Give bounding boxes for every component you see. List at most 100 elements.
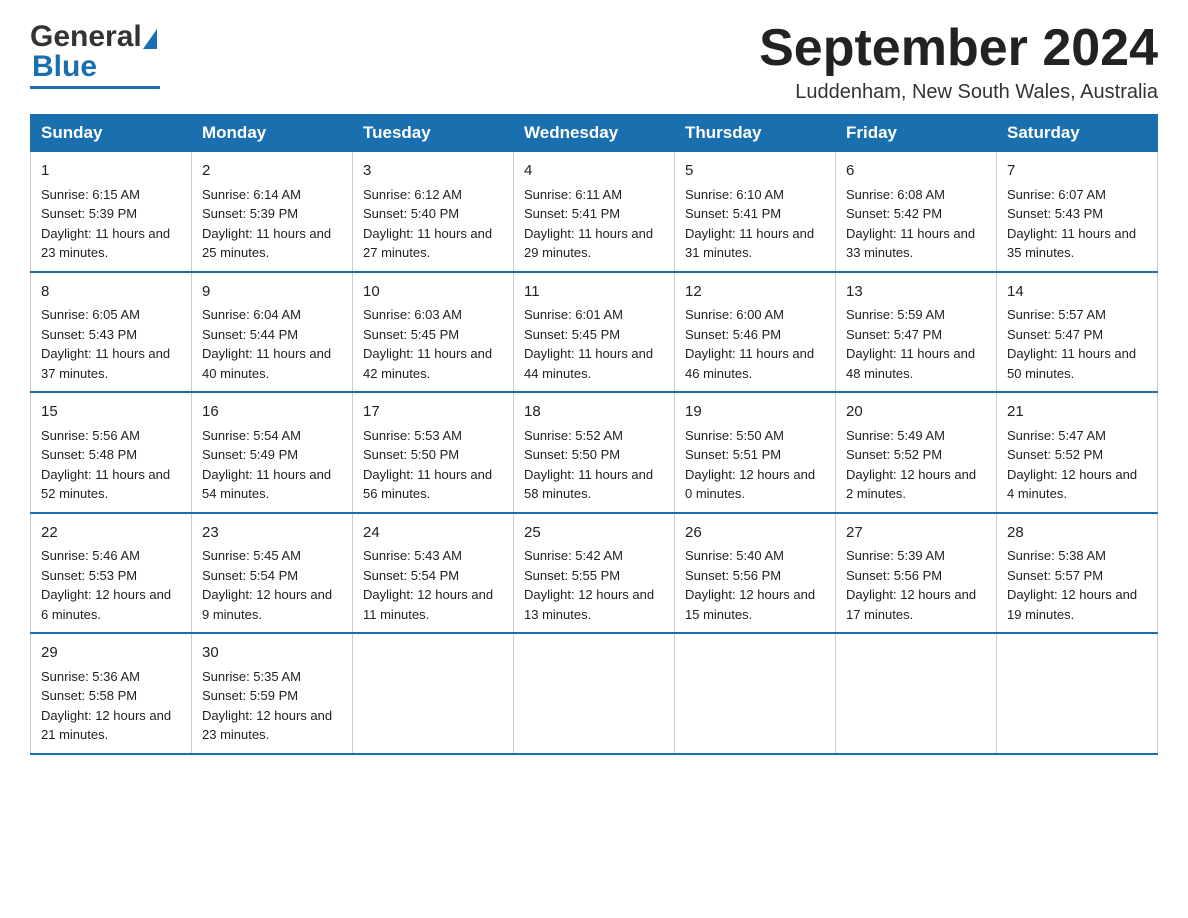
calendar-cell: 18 Sunrise: 5:52 AMSunset: 5:50 PMDayligh…	[514, 392, 675, 513]
calendar-header-row: SundayMondayTuesdayWednesdayThursdayFrid…	[31, 115, 1158, 152]
day-info: Sunrise: 6:14 AMSunset: 5:39 PMDaylight:…	[202, 187, 331, 261]
calendar-cell: 1 Sunrise: 6:15 AMSunset: 5:39 PMDaylight…	[31, 152, 192, 272]
calendar-week-row: 1 Sunrise: 6:15 AMSunset: 5:39 PMDaylight…	[31, 152, 1158, 272]
day-number: 4	[524, 160, 664, 183]
calendar-cell	[675, 633, 836, 754]
calendar-cell	[353, 633, 514, 754]
calendar-cell: 2 Sunrise: 6:14 AMSunset: 5:39 PMDaylight…	[192, 152, 353, 272]
day-number: 21	[1007, 401, 1147, 424]
column-header-thursday: Thursday	[675, 115, 836, 152]
calendar-cell: 29 Sunrise: 5:36 AMSunset: 5:58 PMDayligh…	[31, 633, 192, 754]
logo-blue-text: Blue	[30, 50, 97, 84]
page-header: General Blue September 2024 Luddenham, N…	[30, 20, 1158, 104]
calendar-cell: 19Sunrise: 5:50 AMSunset: 5:51 PMDayligh…	[675, 392, 836, 513]
day-number: 27	[846, 522, 986, 545]
day-info: Sunrise: 6:11 AMSunset: 5:41 PMDaylight:…	[524, 187, 653, 261]
day-info: Sunrise: 6:01 AMSunset: 5:45 PMDaylight:…	[524, 307, 653, 381]
calendar-cell: 11 Sunrise: 6:01 AMSunset: 5:45 PMDayligh…	[514, 272, 675, 393]
day-number: 29	[41, 642, 181, 665]
day-info: Sunrise: 5:36 AMSunset: 5:58 PMDaylight:…	[41, 669, 171, 743]
day-info: Sunrise: 5:47 AMSunset: 5:52 PMDaylight:…	[1007, 428, 1137, 502]
day-number: 7	[1007, 160, 1147, 183]
day-number: 8	[41, 281, 181, 304]
column-header-monday: Monday	[192, 115, 353, 152]
day-number: 28	[1007, 522, 1147, 545]
day-info: Sunrise: 5:59 AMSunset: 5:47 PMDaylight:…	[846, 307, 975, 381]
calendar-cell	[836, 633, 997, 754]
calendar-cell: 14Sunrise: 5:57 AMSunset: 5:47 PMDayligh…	[997, 272, 1158, 393]
day-info: Sunrise: 5:49 AMSunset: 5:52 PMDaylight:…	[846, 428, 976, 502]
day-info: Sunrise: 5:46 AMSunset: 5:53 PMDaylight:…	[41, 548, 171, 622]
day-info: Sunrise: 5:35 AMSunset: 5:59 PMDaylight:…	[202, 669, 332, 743]
calendar-week-row: 29 Sunrise: 5:36 AMSunset: 5:58 PMDayligh…	[31, 633, 1158, 754]
day-info: Sunrise: 6:12 AMSunset: 5:40 PMDaylight:…	[363, 187, 492, 261]
column-header-tuesday: Tuesday	[353, 115, 514, 152]
day-number: 12	[685, 281, 825, 304]
day-info: Sunrise: 5:50 AMSunset: 5:51 PMDaylight:…	[685, 428, 815, 502]
title-section: September 2024 Luddenham, New South Wale…	[759, 20, 1158, 104]
calendar-cell: 3 Sunrise: 6:12 AMSunset: 5:40 PMDaylight…	[353, 152, 514, 272]
calendar-cell: 8Sunrise: 6:05 AMSunset: 5:43 PMDaylight…	[31, 272, 192, 393]
day-number: 2	[202, 160, 342, 183]
calendar-cell: 22Sunrise: 5:46 AMSunset: 5:53 PMDayligh…	[31, 513, 192, 634]
calendar-cell	[997, 633, 1158, 754]
calendar-cell: 17Sunrise: 5:53 AMSunset: 5:50 PMDayligh…	[353, 392, 514, 513]
day-number: 11	[524, 281, 664, 304]
day-info: Sunrise: 6:08 AMSunset: 5:42 PMDaylight:…	[846, 187, 975, 261]
day-info: Sunrise: 6:10 AMSunset: 5:41 PMDaylight:…	[685, 187, 814, 261]
calendar-cell: 10Sunrise: 6:03 AMSunset: 5:45 PMDayligh…	[353, 272, 514, 393]
day-info: Sunrise: 5:39 AMSunset: 5:56 PMDaylight:…	[846, 548, 976, 622]
calendar-week-row: 8Sunrise: 6:05 AMSunset: 5:43 PMDaylight…	[31, 272, 1158, 393]
column-header-friday: Friday	[836, 115, 997, 152]
calendar-week-row: 22Sunrise: 5:46 AMSunset: 5:53 PMDayligh…	[31, 513, 1158, 634]
logo-general-text: General	[30, 20, 142, 54]
day-number: 6	[846, 160, 986, 183]
calendar-week-row: 15 Sunrise: 5:56 AMSunset: 5:48 PMDayligh…	[31, 392, 1158, 513]
day-number: 23	[202, 522, 342, 545]
column-header-saturday: Saturday	[997, 115, 1158, 152]
column-header-wednesday: Wednesday	[514, 115, 675, 152]
day-number: 1	[41, 160, 181, 183]
day-info: Sunrise: 5:42 AMSunset: 5:55 PMDaylight:…	[524, 548, 654, 622]
day-info: Sunrise: 5:52 AMSunset: 5:50 PMDaylight:…	[524, 428, 653, 502]
day-info: Sunrise: 5:45 AMSunset: 5:54 PMDaylight:…	[202, 548, 332, 622]
calendar-cell: 28Sunrise: 5:38 AMSunset: 5:57 PMDayligh…	[997, 513, 1158, 634]
day-info: Sunrise: 6:07 AMSunset: 5:43 PMDaylight:…	[1007, 187, 1136, 261]
calendar-table: SundayMondayTuesdayWednesdayThursdayFrid…	[30, 114, 1158, 755]
day-number: 13	[846, 281, 986, 304]
calendar-cell: 12Sunrise: 6:00 AMSunset: 5:46 PMDayligh…	[675, 272, 836, 393]
day-info: Sunrise: 6:03 AMSunset: 5:45 PMDaylight:…	[363, 307, 492, 381]
day-number: 15	[41, 401, 181, 424]
calendar-cell: 13 Sunrise: 5:59 AMSunset: 5:47 PMDayligh…	[836, 272, 997, 393]
day-number: 18	[524, 401, 664, 424]
calendar-cell: 21 Sunrise: 5:47 AMSunset: 5:52 PMDayligh…	[997, 392, 1158, 513]
day-number: 3	[363, 160, 503, 183]
calendar-cell: 6 Sunrise: 6:08 AMSunset: 5:42 PMDaylight…	[836, 152, 997, 272]
calendar-cell: 5 Sunrise: 6:10 AMSunset: 5:41 PMDaylight…	[675, 152, 836, 272]
location-title: Luddenham, New South Wales, Australia	[759, 81, 1158, 104]
calendar-cell: 20Sunrise: 5:49 AMSunset: 5:52 PMDayligh…	[836, 392, 997, 513]
day-number: 9	[202, 281, 342, 304]
calendar-cell	[514, 633, 675, 754]
calendar-cell: 27 Sunrise: 5:39 AMSunset: 5:56 PMDayligh…	[836, 513, 997, 634]
day-info: Sunrise: 5:40 AMSunset: 5:56 PMDaylight:…	[685, 548, 815, 622]
calendar-cell: 24Sunrise: 5:43 AMSunset: 5:54 PMDayligh…	[353, 513, 514, 634]
day-info: Sunrise: 5:43 AMSunset: 5:54 PMDaylight:…	[363, 548, 493, 622]
calendar-cell: 16Sunrise: 5:54 AMSunset: 5:49 PMDayligh…	[192, 392, 353, 513]
logo: General Blue	[30, 20, 160, 89]
day-number: 14	[1007, 281, 1147, 304]
logo-underline	[30, 86, 160, 89]
day-info: Sunrise: 6:15 AMSunset: 5:39 PMDaylight:…	[41, 187, 170, 261]
calendar-cell: 9Sunrise: 6:04 AMSunset: 5:44 PMDaylight…	[192, 272, 353, 393]
day-number: 30	[202, 642, 342, 665]
day-number: 5	[685, 160, 825, 183]
day-info: Sunrise: 5:53 AMSunset: 5:50 PMDaylight:…	[363, 428, 492, 502]
day-info: Sunrise: 5:56 AMSunset: 5:48 PMDaylight:…	[41, 428, 170, 502]
logo-triangle-icon	[143, 29, 157, 49]
calendar-cell: 15 Sunrise: 5:56 AMSunset: 5:48 PMDayligh…	[31, 392, 192, 513]
calendar-cell: 23 Sunrise: 5:45 AMSunset: 5:54 PMDayligh…	[192, 513, 353, 634]
calendar-cell: 30 Sunrise: 5:35 AMSunset: 5:59 PMDayligh…	[192, 633, 353, 754]
column-header-sunday: Sunday	[31, 115, 192, 152]
calendar-cell: 4 Sunrise: 6:11 AMSunset: 5:41 PMDaylight…	[514, 152, 675, 272]
calendar-cell: 26Sunrise: 5:40 AMSunset: 5:56 PMDayligh…	[675, 513, 836, 634]
